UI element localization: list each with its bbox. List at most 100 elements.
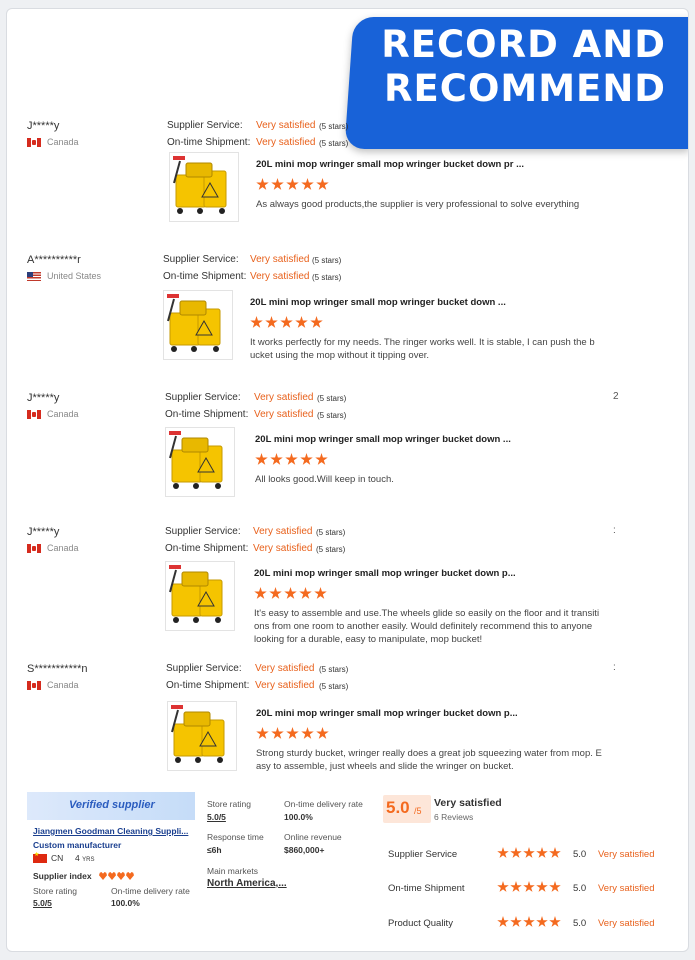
review-item: J*****y Canada Supplier Service: Very satis… [7,515,688,645]
banner-line-2: RECOMMEND [384,67,666,110]
rating-stars [254,587,327,600]
review-text-line: All looks good.Will keep in touch. [255,474,394,485]
product-title-link[interactable]: 20L mini mop wringer small mop wringer b… [256,159,524,170]
promo-banner-text: RECORD AND RECOMMEND [366,23,666,111]
reviewer-country: Canada [27,137,79,147]
star-icon [497,847,509,858]
main-markets-value[interactable]: North America,... [207,878,287,889]
product-title-link[interactable]: 20L mini mop wringer small mop wringer b… [256,708,518,719]
verified-supplier-badge: Verified supplier [69,799,155,811]
reviewer-country: Canada [27,409,79,419]
supplier-index-hearts [99,872,134,880]
star-icon [254,587,267,599]
rating-stars [256,727,329,740]
product-thumbnail[interactable] [163,290,233,360]
review-item: J*****y Canada Supplier Service: Very satis… [7,381,688,511]
verified-supplier-card[interactable]: Verified supplier Jiangmen Goodman Clean… [27,792,195,910]
star-icon [523,881,535,892]
reviewer-name: J*****y [27,392,60,404]
reviewer-country: Canada [27,543,79,553]
shipment-label: On-time Shipment: [165,543,249,554]
reviewer-country: Canada [27,680,79,690]
store-rating-value[interactable]: 5.0/5 [207,812,226,822]
country-name: Canada [47,137,79,147]
star-icon [286,727,299,739]
product-thumbnail[interactable] [165,561,235,631]
country-name: Canada [47,543,79,553]
supplier-index-label: Supplier index [33,871,92,881]
canada-flag-icon [27,409,41,419]
product-thumbnail[interactable] [165,427,235,497]
supplier-name-link[interactable]: Jiangmen Goodman Cleaning Suppli... [33,826,188,836]
shipment-stars: (5 stars) [317,411,347,420]
response-time-label: Response time [207,832,264,842]
canada-flag-icon [27,543,41,553]
shipment-label: On-time Shipment: [163,271,247,282]
shipment-label: On-time Shipment: [166,680,250,691]
review-count[interactable]: 6 Reviews [434,812,473,822]
breakdown-score: 5.0 [573,883,587,894]
rating-stars [250,316,323,329]
star-icon [316,727,329,739]
product-thumbnail[interactable] [169,152,239,222]
rating-stars [255,453,328,466]
breakdown-verdict: Very satisfied [598,849,655,860]
shipment-value: Very satisfied [253,543,313,554]
product-thumbnail[interactable] [167,701,237,771]
star-icon [284,587,297,599]
card-store-rating-value[interactable]: 5.0/5 [33,898,52,908]
star-icon [300,453,313,465]
country-name: Canada [47,409,79,419]
star-icon [510,881,522,892]
years-unit: YRS [82,857,95,863]
online-revenue-label: Online revenue [284,832,342,842]
product-title-link[interactable]: 20L mini mop wringer small mop wringer b… [255,434,511,445]
star-icon [255,453,268,465]
breakdown-stars [497,847,561,859]
heart-icon [108,872,116,880]
supplier-service-label: Supplier Service: [163,254,239,265]
product-title-link[interactable]: 20L mini mop wringer small mop wringer b… [254,568,516,579]
star-icon [549,916,561,927]
supplier-country-code: CN [51,853,64,863]
review-page-card: RECORD AND RECOMMEND J*****y Canada Suppli… [6,8,689,952]
star-icon [271,178,284,190]
supplier-service-value: Very satisfied [255,663,315,674]
product-title-link[interactable]: 20L mini mop wringer small mop wringer b… [250,297,506,308]
review-text-line: It's easy to assemble and use.The wheels… [254,608,600,619]
shipment-label: On-time Shipment: [167,137,251,148]
supplier-service-label: Supplier Service: [165,526,241,537]
delivery-rate-value: 100.0% [284,812,313,822]
breakdown-stars [497,881,561,893]
banner-line-1: RECORD AND [381,23,666,66]
supplier-service-stars: (5 stars) [319,665,349,674]
star-icon [256,727,269,739]
supplier-service-value: Very satisfied [253,526,313,537]
breakdown-score: 5.0 [573,918,587,929]
breakdown-stars [497,916,561,928]
card-delivery-label: On-time delivery rate [111,886,190,896]
side-marker: : [613,662,616,673]
star-icon [523,916,535,927]
supplier-service-label: Supplier Service: [166,663,242,674]
review-text: All looks good.Will keep in touch. [255,473,615,486]
reviewer-name: S***********n [27,663,88,675]
main-markets-label: Main markets [207,866,259,876]
rating-stars [256,178,329,191]
shipment-stars: (5 stars) [316,545,346,554]
card-delivery-value: 100.0% [111,898,140,908]
us-flag-icon [27,271,41,281]
star-icon [250,316,263,328]
breakdown-verdict: Very satisfied [598,883,655,894]
supplier-service-label: Supplier Service: [167,120,243,131]
breakdown-score: 5.0 [573,849,587,860]
star-icon [549,847,561,858]
review-item: A**********r United States Supplier Servic… [7,243,688,373]
star-icon [269,587,282,599]
review-text-line: asy to assemble, just wheels and slide t… [256,761,514,772]
star-icon [301,727,314,739]
delivery-rate-label: On-time delivery rate [284,799,363,809]
star-icon [295,316,308,328]
star-icon [265,316,278,328]
reviewer-name: A**********r [27,254,81,266]
